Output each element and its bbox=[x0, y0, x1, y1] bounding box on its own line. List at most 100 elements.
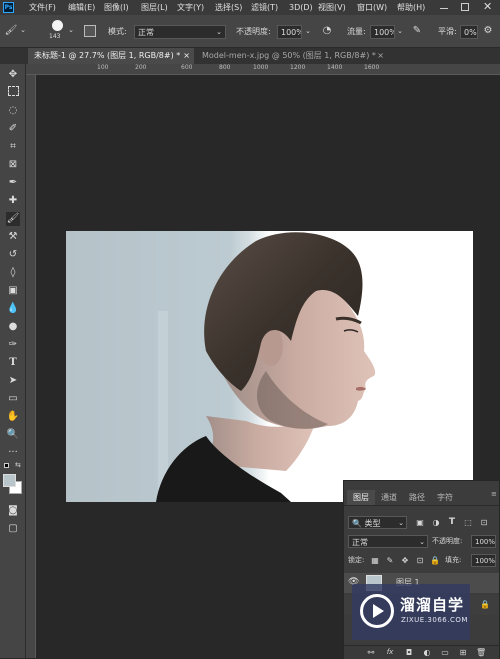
fx-icon[interactable]: fx bbox=[384, 646, 396, 659]
lock-artboard-icon[interactable]: ⊡ bbox=[415, 554, 425, 567]
menu-type[interactable]: 文字(Y) bbox=[177, 1, 204, 14]
mode-select[interactable]: 正常 ⌄ bbox=[134, 25, 226, 39]
minimize-icon[interactable] bbox=[440, 8, 448, 9]
tab-channels[interactable]: 通道 bbox=[375, 490, 403, 505]
filter-type-icon[interactable]: T bbox=[446, 516, 458, 529]
group-icon[interactable]: ▭ bbox=[440, 646, 450, 659]
menu-file[interactable]: 文件(F) bbox=[29, 1, 56, 14]
link-icon[interactable]: ⚯ bbox=[366, 646, 376, 659]
brush-tool-icon[interactable]: 🖌 bbox=[6, 212, 20, 226]
filter-smart-object-icon[interactable]: ⊡ bbox=[478, 516, 490, 529]
eyedropper-tool-icon[interactable]: ✒ bbox=[6, 176, 20, 190]
healing-brush-tool-icon[interactable]: ✚ bbox=[6, 194, 20, 208]
brush-tool-icon[interactable]: 🖌 bbox=[4, 24, 18, 37]
move-tool-icon[interactable]: ✥ bbox=[6, 68, 20, 82]
menu-filter[interactable]: 滤镜(T) bbox=[251, 1, 278, 14]
ruler-tick: 1400 bbox=[327, 64, 343, 71]
trash-icon[interactable]: 🗑 bbox=[476, 646, 486, 659]
tab-close-icon[interactable]: × bbox=[183, 48, 190, 64]
lasso-tool-icon[interactable]: ◌ bbox=[6, 104, 20, 118]
swap-colors-icon[interactable]: ⇆ bbox=[15, 461, 21, 469]
type-tool-icon[interactable]: T bbox=[6, 356, 20, 370]
fill-input[interactable]: 100% bbox=[471, 554, 496, 567]
document-canvas[interactable] bbox=[66, 231, 473, 502]
mode-chevron-icon: ⌄ bbox=[216, 28, 222, 36]
mask-icon[interactable]: ◘ bbox=[404, 646, 414, 659]
lock-pixels-icon[interactable]: ✎ bbox=[385, 554, 395, 567]
marquee-tool-icon[interactable] bbox=[6, 86, 20, 100]
brush-preview-icon[interactable] bbox=[52, 20, 63, 31]
airbrush-icon[interactable]: ✎ bbox=[410, 24, 424, 37]
layer-lock-icon: 🔒 bbox=[480, 600, 490, 609]
quick-selection-tool-icon[interactable]: ✐ bbox=[6, 122, 20, 136]
more-tools-icon[interactable]: ··· bbox=[6, 446, 20, 460]
history-brush-tool-icon[interactable]: ↺ bbox=[6, 248, 20, 262]
opacity-input[interactable]: 100% bbox=[277, 25, 302, 39]
flow-input[interactable]: 100% bbox=[370, 25, 395, 39]
foreground-color-swatch[interactable] bbox=[3, 474, 16, 487]
frame-tool-icon[interactable]: ⊠ bbox=[6, 158, 20, 172]
quick-mask-icon[interactable]: ◙ bbox=[6, 504, 20, 518]
rectangle-tool-icon[interactable]: ▭ bbox=[6, 392, 20, 406]
brush-settings-icon[interactable] bbox=[84, 25, 96, 37]
tab-character[interactable]: 字符 bbox=[431, 490, 459, 505]
watermark-title: 溜溜自学 bbox=[400, 596, 465, 614]
new-layer-icon[interactable]: ⊞ bbox=[458, 646, 468, 659]
menu-3d[interactable]: 3D(D) bbox=[289, 1, 313, 14]
vertical-ruler bbox=[26, 75, 36, 658]
menu-image[interactable]: 图像(I) bbox=[104, 1, 129, 14]
lock-position-icon[interactable]: ✥ bbox=[400, 554, 410, 567]
ruler-tick: 200 bbox=[135, 64, 147, 71]
menu-view[interactable]: 视图(V) bbox=[318, 1, 346, 14]
play-triangle-icon bbox=[373, 604, 384, 618]
layer-opacity-label: 不透明度: bbox=[432, 537, 463, 545]
filter-pixel-icon[interactable]: ▣ bbox=[414, 516, 426, 529]
flow-chevron-icon[interactable]: ⌄ bbox=[396, 25, 404, 38]
tab-layers[interactable]: 图层 bbox=[347, 490, 375, 505]
filter-shape-icon[interactable]: ⬚ bbox=[462, 516, 474, 529]
tab-paths[interactable]: 路径 bbox=[403, 490, 431, 505]
smoothing-settings-icon[interactable]: ⚙ bbox=[481, 24, 495, 37]
pressure-opacity-icon[interactable]: ◔ bbox=[320, 24, 334, 37]
photoshop-logo-icon: Ps bbox=[3, 2, 14, 13]
pen-tool-icon[interactable]: ✑ bbox=[6, 338, 20, 352]
tab-close-icon[interactable]: × bbox=[377, 48, 384, 64]
menu-layer[interactable]: 图层(L) bbox=[141, 1, 168, 14]
smoothing-label: 平滑: bbox=[438, 27, 457, 36]
menu-window[interactable]: 窗口(W) bbox=[357, 1, 387, 14]
menu-select[interactable]: 选择(S) bbox=[215, 1, 242, 14]
blur-tool-icon[interactable]: 💧 bbox=[6, 302, 20, 316]
close-icon[interactable]: ✕ bbox=[483, 0, 492, 14]
screen-mode-icon[interactable]: ▢ bbox=[6, 522, 20, 536]
maximize-icon[interactable] bbox=[461, 3, 469, 11]
lock-transparent-icon[interactable]: ▦ bbox=[370, 554, 380, 567]
tab-model-men[interactable]: Model-men-x.jpg @ 50% (图层 1, RGB/8#) * × bbox=[196, 48, 388, 64]
document-tab-bar: 未标题-1 @ 27.7% (图层 1, RGB/8#) * × Model-m… bbox=[0, 48, 500, 64]
smoothing-input[interactable]: 0% bbox=[460, 25, 478, 39]
dodge-tool-icon[interactable]: ● bbox=[6, 320, 20, 334]
eraser-tool-icon[interactable]: ◊ bbox=[6, 266, 20, 280]
lock-all-icon[interactable]: 🔒 bbox=[430, 554, 440, 567]
filter-adjustment-icon[interactable]: ◑ bbox=[430, 516, 442, 529]
zoom-tool-icon[interactable]: 🔍 bbox=[6, 428, 20, 442]
hand-tool-icon[interactable]: ✋ bbox=[6, 410, 20, 424]
panel-menu-icon[interactable]: ≡ bbox=[491, 490, 497, 498]
clone-stamp-tool-icon[interactable]: ⚒ bbox=[6, 230, 20, 244]
adjustment-icon[interactable]: ◐ bbox=[422, 646, 432, 659]
tool-preset-chevron-icon[interactable]: ⌄ bbox=[19, 24, 27, 37]
menu-help[interactable]: 帮助(H) bbox=[397, 1, 425, 14]
ruler-tick: 100 bbox=[97, 64, 109, 71]
gradient-tool-icon[interactable]: ▣ bbox=[6, 284, 20, 298]
layer-opacity-input[interactable]: 100% bbox=[471, 535, 496, 548]
chevron-down-icon: ⌄ bbox=[398, 519, 404, 527]
blend-mode-select[interactable]: 正常 ⌄ bbox=[348, 535, 428, 548]
tab-untitled-1[interactable]: 未标题-1 @ 27.7% (图层 1, RGB/8#) * × bbox=[28, 48, 194, 64]
path-selection-tool-icon[interactable]: ➤ bbox=[6, 374, 20, 388]
default-colors-icon[interactable] bbox=[4, 463, 9, 468]
layer-filter-select[interactable]: 🔍 类型 ⌄ bbox=[348, 516, 407, 529]
tools-panel: ✥ ◌ ✐ ⌗ ⊠ ✒ ✚ 🖌 ⚒ ↺ ◊ ▣ 💧 ● ✑ T ➤ ▭ ✋ 🔍 … bbox=[0, 64, 26, 658]
opacity-chevron-icon[interactable]: ⌄ bbox=[304, 25, 312, 38]
crop-tool-icon[interactable]: ⌗ bbox=[6, 140, 20, 154]
brush-picker-chevron-icon[interactable]: ⌄ bbox=[67, 24, 75, 37]
menu-edit[interactable]: 编辑(E) bbox=[68, 1, 95, 14]
